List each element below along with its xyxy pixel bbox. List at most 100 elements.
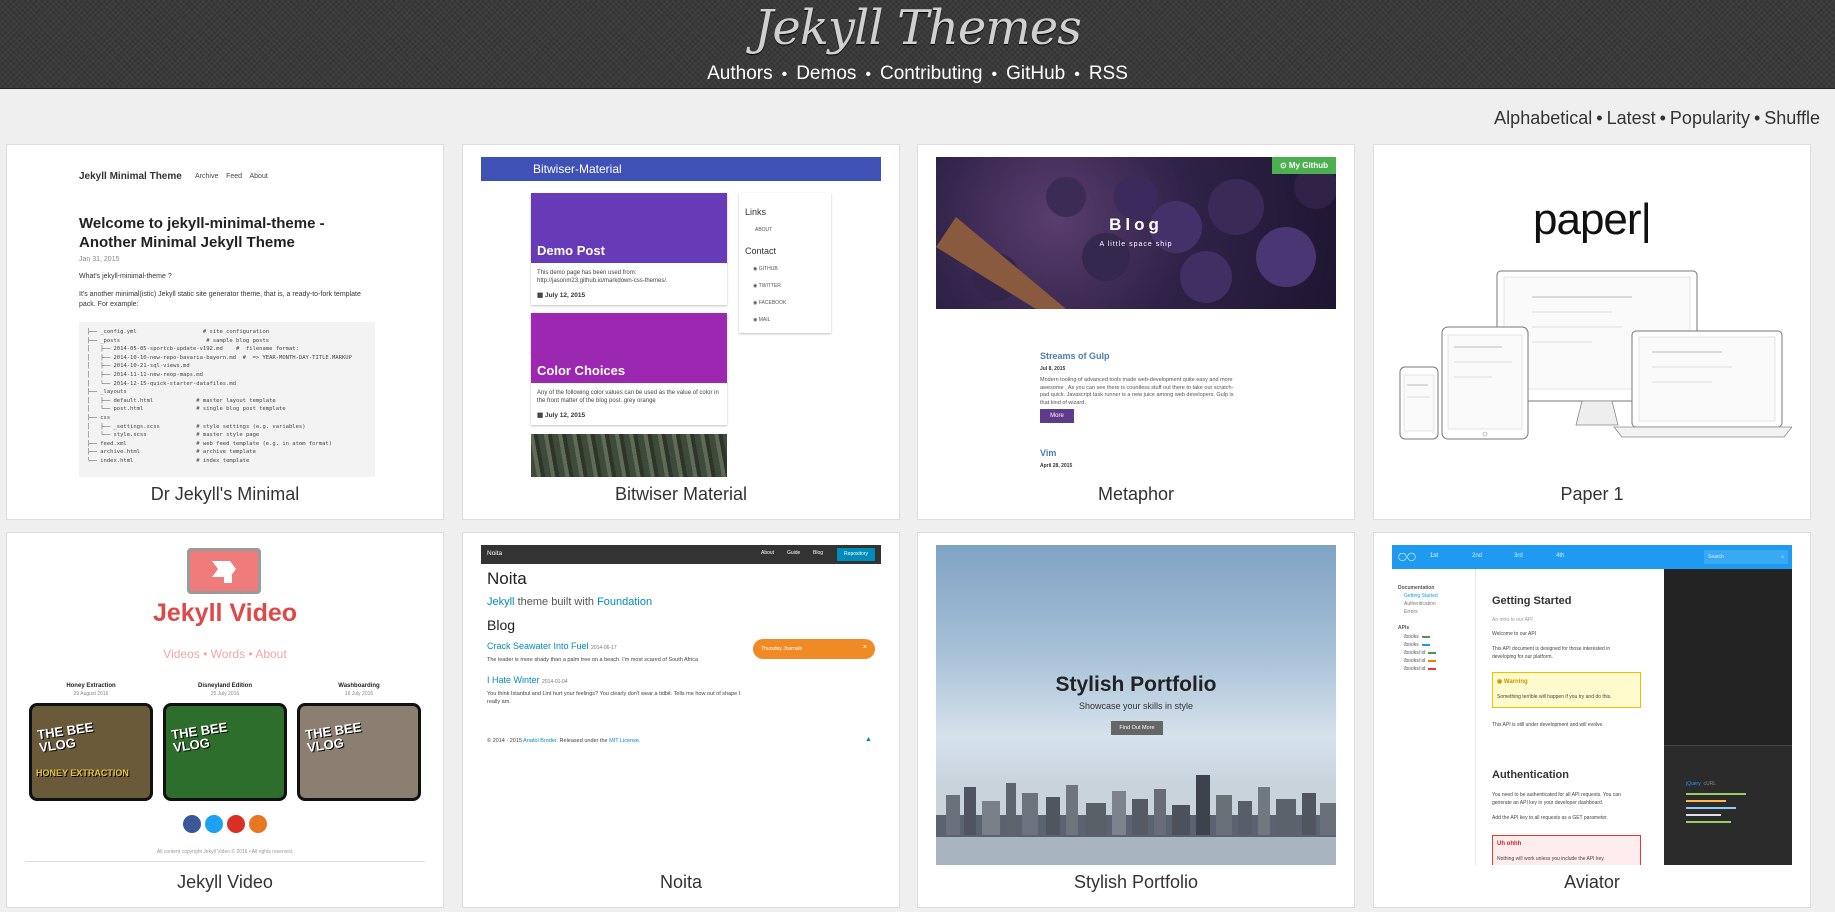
nav-separator: • [865, 66, 871, 83]
sort-shuffle[interactable]: Shuffle [1764, 108, 1820, 128]
preview-alert: Thursday Journals × [753, 639, 875, 659]
preview-link-about: ABOUT [755, 227, 773, 233]
warning-icon: ◉ Warning [1497, 679, 1528, 685]
theme-screenshot[interactable]: ⊙ My Github Blog A little space ship Str… [936, 157, 1336, 477]
preview-post-text: You think Istanbul and Lint hurt your fe… [487, 691, 741, 705]
preview-post-title: Vim [1040, 448, 1057, 458]
preview-heading: Getting Started [1492, 595, 1572, 607]
preview-code-panel: jQuery cURL [1664, 569, 1792, 865]
preview-social-icons [183, 815, 273, 835]
http-method-badge [1421, 635, 1430, 638]
preview-code-line: │ ├── 2014-11-11-new-reop-maps.md [87, 371, 203, 378]
theme-title[interactable]: Jekyll Video [7, 872, 443, 893]
preview-post-text: The leader is more shady than a palm tre… [487, 657, 699, 663]
sort-alphabetical[interactable]: Alphabetical [1494, 108, 1592, 128]
preview-sidebar-item: Errors [1404, 609, 1418, 615]
site-title[interactable]: Jekyll Themes [0, 0, 1835, 56]
preview-video-date: 29 August 2016 [73, 691, 109, 697]
theme-screenshot[interactable]: Jekyll Video Videos • Words • About Hone… [25, 545, 425, 865]
preview-topbar-brand: Noita [487, 550, 503, 557]
preview-api-item: /books/:id [1404, 665, 1474, 673]
preview-post-title: Streams of Gulp [1040, 351, 1110, 361]
preview-tab-3rd: 3rd [1514, 553, 1523, 559]
preview-post-text: This demo page has been used from: http:… [537, 270, 668, 284]
theme-title[interactable]: Noita [463, 872, 899, 893]
preview-whats: What's jekyll-minimal-theme ? [79, 273, 172, 280]
preview-tagline: Jekyll theme built with Foundation [487, 596, 653, 608]
preview-contact-mail: ◉ MAIL [753, 317, 771, 323]
preview-heading: Welcome to jekyll-minimal-theme - Anothe… [79, 215, 325, 251]
theme-screenshot[interactable]: Jekyll Minimal Theme Archive Feed About … [25, 157, 425, 477]
sort-popularity[interactable]: Popularity [1670, 108, 1750, 128]
nav-separator: • [991, 66, 998, 83]
preview-post-card: Color Choices Any of the following color… [531, 313, 727, 425]
theme-title[interactable]: Metaphor [918, 484, 1354, 505]
theme-title[interactable]: Paper 1 [1374, 484, 1810, 505]
sort-latest[interactable]: Latest [1607, 108, 1656, 128]
preview-api-list: /books/books/books/:id/books/:id/books/:… [1404, 633, 1474, 681]
rss-icon [249, 815, 267, 833]
theme-card-noita[interactable]: Noita About Guide Blog Repository Noita … [462, 532, 900, 908]
preview-text: Add the API key to all requests as a GET… [1492, 815, 1608, 821]
preview-post-title: Demo Post [537, 243, 605, 258]
preview-logo-icon [187, 548, 261, 594]
nav-github[interactable]: GitHub [1006, 63, 1065, 84]
theme-screenshot[interactable]: Noita About Guide Blog Repository Noita … [481, 545, 881, 865]
theme-title[interactable]: Stylish Portfolio [918, 872, 1354, 893]
nav-demos[interactable]: Demos [796, 63, 856, 84]
preview-hero-subtitle: A little space ship [1099, 241, 1173, 248]
preview-post-date: ▦ July 12, 2015 [537, 292, 586, 299]
twitter-icon [205, 815, 223, 833]
theme-title[interactable]: Bitwiser Material [463, 484, 899, 505]
preview-post-date: ▦ July 12, 2015 [537, 412, 586, 419]
preview-blog-heading: Blog [487, 617, 516, 633]
preview-appbar: Bitwiser-Material [481, 157, 881, 181]
theme-card-bitwiser-material[interactable]: Bitwiser-Material Demo Post This demo pa… [462, 144, 900, 520]
theme-screenshot[interactable]: ◯◯ 1st 2nd 3rd 4th Search ⌕ Documentation… [1392, 545, 1792, 865]
theme-card-aviator[interactable]: ◯◯ 1st 2nd 3rd 4th Search ⌕ Documentation… [1373, 532, 1811, 908]
preview-hero: Stylish Portfolio Showcase your skills i… [936, 545, 1336, 865]
preview-post-text: Any of the following color values can be… [537, 390, 719, 404]
preview-video-thumbnail: THE BEE VLOG HONEY EXTRACTION [29, 703, 153, 801]
divider [1475, 569, 1476, 865]
preview-code-line: │ ├── 2014-10-10-new-repo-bavaria-bayern… [87, 354, 352, 361]
theme-title[interactable]: Dr Jekyll's Minimal [7, 484, 443, 505]
preview-text: You need to be authenticated for all API… [1492, 792, 1621, 806]
theme-screenshot[interactable]: Bitwiser-Material Demo Post This demo pa… [481, 157, 881, 477]
preview-more-button: More [1040, 409, 1074, 423]
preview-video-title: Honey Extraction [66, 683, 116, 689]
preview-hero: ⊙ My Github Blog A little space ship [936, 157, 1336, 309]
nav-contributing[interactable]: Contributing [880, 63, 982, 84]
preview-post-header: Demo Post [531, 193, 727, 263]
preview-text: This API document is designed for those … [1492, 646, 1611, 660]
theme-card-jekyll-video[interactable]: Jekyll Video Videos • Words • About Hone… [6, 532, 444, 908]
theme-card-paper-1[interactable]: paper| Paper 1 [1373, 144, 1811, 520]
divider [25, 861, 425, 862]
theme-card-stylish-portfolio[interactable]: Stylish Portfolio Showcase your skills i… [917, 532, 1355, 908]
theme-title[interactable]: Aviator [1374, 872, 1810, 893]
preview-sidebar-item: Authentication [1404, 601, 1436, 607]
preview-error-box: Uh ohhh Nothing will work unless you inc… [1492, 835, 1641, 865]
preview-topbar: Noita About Guide Blog Repository [481, 545, 881, 564]
aviator-glasses-icon: ◯◯ [1398, 552, 1416, 561]
search-icon: ⌕ [1781, 554, 1784, 560]
preview-contact-title: Contact [745, 246, 777, 256]
http-method-badge [1428, 651, 1437, 654]
http-method-badge [1428, 667, 1437, 670]
preview-tab-1st: 1st [1430, 553, 1439, 559]
preview-brand: Jekyll Video [152, 599, 298, 627]
film-icon [212, 561, 236, 583]
nav-authors[interactable]: Authors [707, 63, 772, 84]
preview-sidebar: Links ABOUT Contact ◉ GITHUB ◉ TWITTER ◉… [739, 193, 831, 333]
preview-nav: Archive Feed About [195, 173, 268, 180]
nav-rss[interactable]: RSS [1089, 63, 1128, 84]
theme-screenshot[interactable]: paper| [1392, 157, 1792, 477]
preview-date: Jan 31, 2015 [79, 256, 120, 263]
preview-video-date: 25 July 2016 [210, 691, 240, 697]
theme-card-metaphor[interactable]: ⊙ My Github Blog A little space ship Str… [917, 144, 1355, 520]
theme-card-dr-jekylls-minimal[interactable]: Jekyll Minimal Theme Archive Feed About … [6, 144, 444, 520]
preview-api-item: /books/:id [1404, 649, 1474, 657]
preview-contact-github: ◉ GITHUB [753, 266, 778, 272]
preview-post-card: Demo Post This demo page has been used f… [531, 193, 727, 305]
theme-screenshot[interactable]: Stylish Portfolio Showcase your skills i… [936, 545, 1336, 865]
